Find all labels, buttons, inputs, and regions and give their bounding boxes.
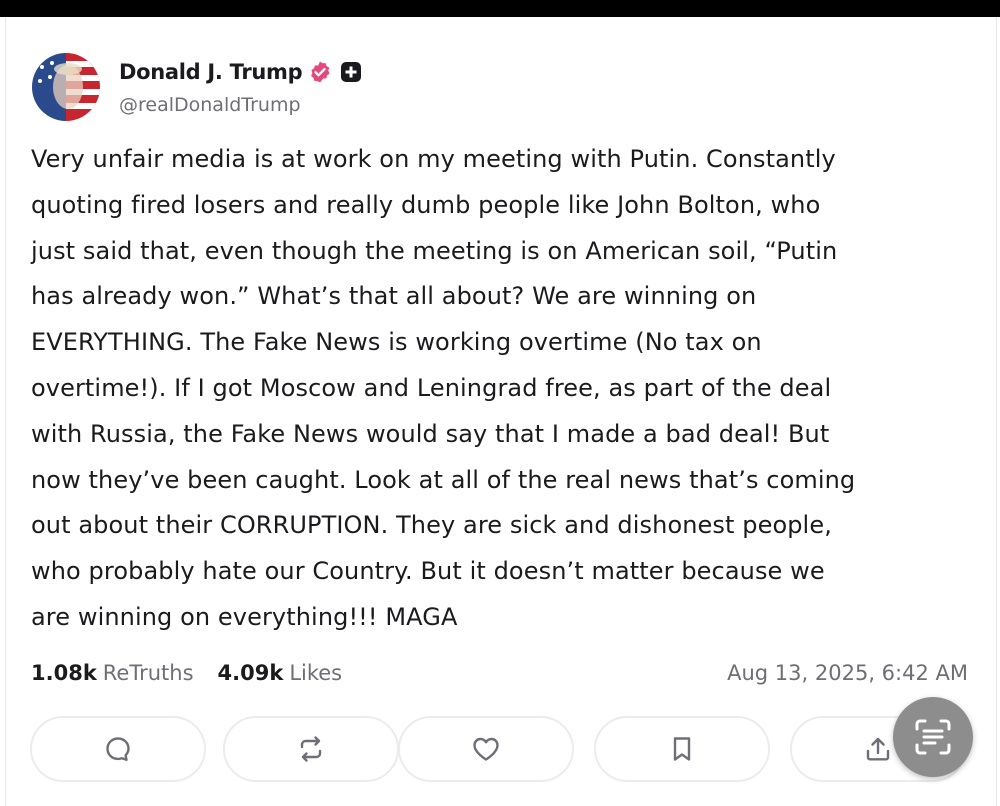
- author-handle[interactable]: @realDonaldTrump: [119, 94, 301, 116]
- retruths-count[interactable]: 1.08k: [31, 661, 97, 685]
- retruths-label[interactable]: ReTruths: [103, 661, 194, 685]
- retruth-button[interactable]: [223, 716, 399, 782]
- author-row: Donald J. Trump: [119, 58, 362, 86]
- top-bar: [0, 0, 1000, 17]
- reply-button[interactable]: [30, 716, 206, 782]
- like-button[interactable]: [398, 716, 574, 782]
- retruth-icon: [300, 736, 322, 762]
- post-stats: 1.08k ReTruths 4.09k Likes Aug 13, 2025,…: [31, 657, 968, 689]
- likes-count[interactable]: 4.09k: [218, 661, 284, 685]
- plus-badge-icon: [340, 61, 362, 83]
- post-text: Very unfair media is at work on my meeti…: [31, 145, 856, 631]
- reply-icon: [106, 737, 130, 761]
- text-scan-icon: [915, 719, 951, 755]
- heart-icon: [473, 737, 499, 761]
- bookmark-button[interactable]: [594, 716, 770, 782]
- action-bar: [30, 716, 975, 786]
- likes-label[interactable]: Likes: [289, 661, 342, 685]
- text-scan-button[interactable]: [893, 697, 973, 777]
- post-timestamp: Aug 13, 2025, 6:42 AM: [727, 661, 968, 685]
- verified-badge-icon: [308, 60, 332, 84]
- bookmark-icon: [673, 737, 691, 761]
- share-icon: [866, 737, 890, 761]
- author-name[interactable]: Donald J. Trump: [119, 60, 303, 84]
- avatar[interactable]: [32, 53, 100, 121]
